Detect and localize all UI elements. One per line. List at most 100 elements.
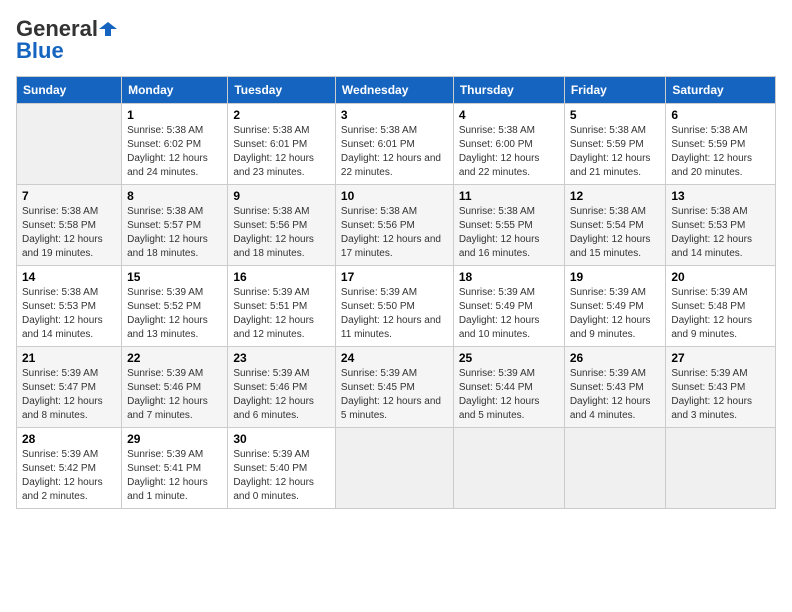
day-info: Sunrise: 5:39 AMSunset: 5:47 PMDaylight:… — [22, 367, 116, 423]
logo: General Blue — [16, 16, 118, 64]
header-saturday: Saturday — [666, 77, 776, 104]
day-info: Sunrise: 5:38 AMSunset: 6:00 PMDaylight:… — [459, 124, 559, 180]
day-info: Sunrise: 5:38 AMSunset: 5:59 PMDaylight:… — [570, 124, 661, 180]
day-info: Sunrise: 5:38 AMSunset: 5:57 PMDaylight:… — [127, 205, 222, 261]
day-info: Sunrise: 5:38 AMSunset: 5:59 PMDaylight:… — [671, 124, 770, 180]
header-friday: Friday — [564, 77, 666, 104]
week-row-2: 7 Sunrise: 5:38 AMSunset: 5:58 PMDaylight… — [17, 185, 776, 266]
week-row-3: 14 Sunrise: 5:38 AMSunset: 5:53 PMDayligh… — [17, 266, 776, 347]
day-number: 28 — [22, 432, 116, 446]
calendar-cell: 26 Sunrise: 5:39 AMSunset: 5:43 PMDayligh… — [564, 347, 666, 428]
day-info: Sunrise: 5:38 AMSunset: 5:58 PMDaylight:… — [22, 205, 116, 261]
calendar-cell: 5 Sunrise: 5:38 AMSunset: 5:59 PMDaylight… — [564, 104, 666, 185]
calendar-cell: 28 Sunrise: 5:39 AMSunset: 5:42 PMDayligh… — [17, 428, 122, 509]
day-info: Sunrise: 5:39 AMSunset: 5:50 PMDaylight:… — [341, 286, 448, 342]
calendar-cell — [666, 428, 776, 509]
calendar-cell: 3 Sunrise: 5:38 AMSunset: 6:01 PMDaylight… — [335, 104, 453, 185]
day-number: 10 — [341, 189, 448, 203]
day-number: 24 — [341, 351, 448, 365]
logo-bird-icon — [99, 20, 117, 38]
calendar-cell — [453, 428, 564, 509]
calendar-cell: 10 Sunrise: 5:38 AMSunset: 5:56 PMDayligh… — [335, 185, 453, 266]
calendar-cell: 29 Sunrise: 5:39 AMSunset: 5:41 PMDayligh… — [122, 428, 228, 509]
day-number: 5 — [570, 108, 661, 122]
calendar-cell: 1 Sunrise: 5:38 AMSunset: 6:02 PMDaylight… — [122, 104, 228, 185]
header-monday: Monday — [122, 77, 228, 104]
day-info: Sunrise: 5:39 AMSunset: 5:48 PMDaylight:… — [671, 286, 770, 342]
day-number: 6 — [671, 108, 770, 122]
day-info: Sunrise: 5:39 AMSunset: 5:42 PMDaylight:… — [22, 448, 116, 504]
calendar-cell: 2 Sunrise: 5:38 AMSunset: 6:01 PMDaylight… — [228, 104, 336, 185]
calendar-cell: 24 Sunrise: 5:39 AMSunset: 5:45 PMDayligh… — [335, 347, 453, 428]
header-tuesday: Tuesday — [228, 77, 336, 104]
day-info: Sunrise: 5:39 AMSunset: 5:43 PMDaylight:… — [570, 367, 661, 423]
day-info: Sunrise: 5:39 AMSunset: 5:51 PMDaylight:… — [233, 286, 330, 342]
day-number: 4 — [459, 108, 559, 122]
day-number: 21 — [22, 351, 116, 365]
calendar-cell — [17, 104, 122, 185]
day-number: 11 — [459, 189, 559, 203]
day-info: Sunrise: 5:38 AMSunset: 5:54 PMDaylight:… — [570, 205, 661, 261]
day-info: Sunrise: 5:38 AMSunset: 6:02 PMDaylight:… — [127, 124, 222, 180]
calendar-cell: 20Sunrise: 5:39 AMSunset: 5:48 PMDayligh… — [666, 266, 776, 347]
calendar-cell: 15 Sunrise: 5:39 AMSunset: 5:52 PMDayligh… — [122, 266, 228, 347]
calendar-cell: 7 Sunrise: 5:38 AMSunset: 5:58 PMDaylight… — [17, 185, 122, 266]
week-row-1: 1 Sunrise: 5:38 AMSunset: 6:02 PMDaylight… — [17, 104, 776, 185]
day-info: Sunrise: 5:39 AMSunset: 5:52 PMDaylight:… — [127, 286, 222, 342]
calendar-cell: 23Sunrise: 5:39 AMSunset: 5:46 PMDayligh… — [228, 347, 336, 428]
day-number: 30 — [233, 432, 330, 446]
day-number: 8 — [127, 189, 222, 203]
day-info: Sunrise: 5:38 AMSunset: 5:53 PMDaylight:… — [22, 286, 116, 342]
calendar-table: SundayMondayTuesdayWednesdayThursdayFrid… — [16, 76, 776, 509]
day-info: Sunrise: 5:39 AMSunset: 5:46 PMDaylight:… — [127, 367, 222, 423]
calendar-cell: 12Sunrise: 5:38 AMSunset: 5:54 PMDayligh… — [564, 185, 666, 266]
calendar-cell: 30 Sunrise: 5:39 AMSunset: 5:40 PMDayligh… — [228, 428, 336, 509]
day-number: 14 — [22, 270, 116, 284]
day-info: Sunrise: 5:39 AMSunset: 5:41 PMDaylight:… — [127, 448, 222, 504]
header-sunday: Sunday — [17, 77, 122, 104]
day-info: Sunrise: 5:39 AMSunset: 5:49 PMDaylight:… — [459, 286, 559, 342]
day-info: Sunrise: 5:38 AMSunset: 5:56 PMDaylight:… — [341, 205, 448, 261]
day-info: Sunrise: 5:39 AMSunset: 5:43 PMDaylight:… — [671, 367, 770, 423]
calendar-cell: 21 Sunrise: 5:39 AMSunset: 5:47 PMDayligh… — [17, 347, 122, 428]
day-number: 13 — [671, 189, 770, 203]
day-number: 26 — [570, 351, 661, 365]
day-number: 2 — [233, 108, 330, 122]
day-number: 29 — [127, 432, 222, 446]
day-info: Sunrise: 5:39 AMSunset: 5:45 PMDaylight:… — [341, 367, 448, 423]
day-number: 18 — [459, 270, 559, 284]
day-number: 9 — [233, 189, 330, 203]
calendar-cell: 18 Sunrise: 5:39 AMSunset: 5:49 PMDayligh… — [453, 266, 564, 347]
day-number: 22 — [127, 351, 222, 365]
day-number: 7 — [22, 189, 116, 203]
calendar-cell: 8 Sunrise: 5:38 AMSunset: 5:57 PMDaylight… — [122, 185, 228, 266]
calendar-cell: 14 Sunrise: 5:38 AMSunset: 5:53 PMDayligh… — [17, 266, 122, 347]
day-info: Sunrise: 5:38 AMSunset: 5:53 PMDaylight:… — [671, 205, 770, 261]
header-thursday: Thursday — [453, 77, 564, 104]
day-info: Sunrise: 5:39 AMSunset: 5:40 PMDaylight:… — [233, 448, 330, 504]
calendar-body: 1 Sunrise: 5:38 AMSunset: 6:02 PMDaylight… — [17, 104, 776, 509]
page-header: General Blue — [16, 16, 776, 64]
day-number: 17 — [341, 270, 448, 284]
day-info: Sunrise: 5:38 AMSunset: 6:01 PMDaylight:… — [233, 124, 330, 180]
day-number: 25 — [459, 351, 559, 365]
week-row-5: 28 Sunrise: 5:39 AMSunset: 5:42 PMDayligh… — [17, 428, 776, 509]
day-info: Sunrise: 5:38 AMSunset: 6:01 PMDaylight:… — [341, 124, 448, 180]
day-number: 3 — [341, 108, 448, 122]
calendar-cell: 17 Sunrise: 5:39 AMSunset: 5:50 PMDayligh… — [335, 266, 453, 347]
calendar-cell: 27Sunrise: 5:39 AMSunset: 5:43 PMDayligh… — [666, 347, 776, 428]
day-info: Sunrise: 5:39 AMSunset: 5:46 PMDaylight:… — [233, 367, 330, 423]
calendar-cell: 22 Sunrise: 5:39 AMSunset: 5:46 PMDayligh… — [122, 347, 228, 428]
calendar-cell: 9 Sunrise: 5:38 AMSunset: 5:56 PMDaylight… — [228, 185, 336, 266]
header-wednesday: Wednesday — [335, 77, 453, 104]
calendar-cell — [564, 428, 666, 509]
calendar-header-row: SundayMondayTuesdayWednesdayThursdayFrid… — [17, 77, 776, 104]
day-info: Sunrise: 5:39 AMSunset: 5:49 PMDaylight:… — [570, 286, 661, 342]
day-number: 1 — [127, 108, 222, 122]
calendar-cell: 13 Sunrise: 5:38 AMSunset: 5:53 PMDayligh… — [666, 185, 776, 266]
day-info: Sunrise: 5:38 AMSunset: 5:56 PMDaylight:… — [233, 205, 330, 261]
calendar-cell: 11Sunrise: 5:38 AMSunset: 5:55 PMDayligh… — [453, 185, 564, 266]
calendar-cell: 25Sunrise: 5:39 AMSunset: 5:44 PMDayligh… — [453, 347, 564, 428]
week-row-4: 21 Sunrise: 5:39 AMSunset: 5:47 PMDayligh… — [17, 347, 776, 428]
day-number: 15 — [127, 270, 222, 284]
